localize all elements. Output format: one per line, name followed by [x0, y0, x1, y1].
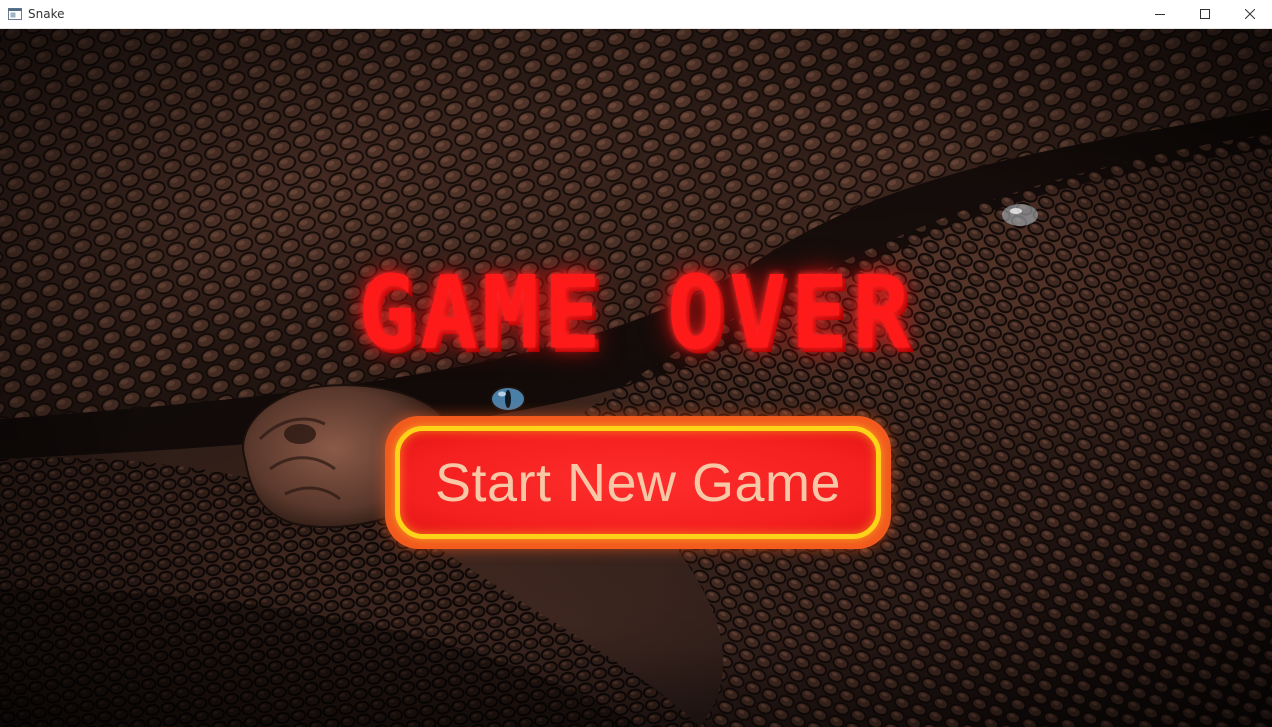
- minimize-button[interactable]: [1137, 0, 1182, 28]
- snake-eye-icon: [490, 386, 526, 412]
- snake-window: Snake GAME OVER Start New Game: [0, 0, 1272, 727]
- heading-container: GAME OVER: [0, 254, 1272, 372]
- title-bar: Snake: [0, 0, 1272, 29]
- window-controls: [1137, 0, 1272, 28]
- app-window-icon: [8, 8, 22, 20]
- snake-scales-background: [0, 29, 1272, 727]
- start-new-game-button[interactable]: Start New Game: [385, 416, 891, 549]
- start-new-game-button-face[interactable]: Start New Game: [395, 426, 881, 539]
- close-button[interactable]: [1227, 0, 1272, 28]
- close-icon: [1244, 9, 1255, 19]
- minimize-icon: [1154, 14, 1165, 15]
- maximize-icon: [1199, 9, 1210, 19]
- window-title: Snake: [28, 7, 65, 21]
- game-over-heading: GAME OVER: [357, 254, 915, 372]
- game-canvas: GAME OVER Start New Game: [0, 29, 1272, 727]
- start-new-game-label: Start New Game: [434, 452, 842, 513]
- maximize-button[interactable]: [1182, 0, 1227, 28]
